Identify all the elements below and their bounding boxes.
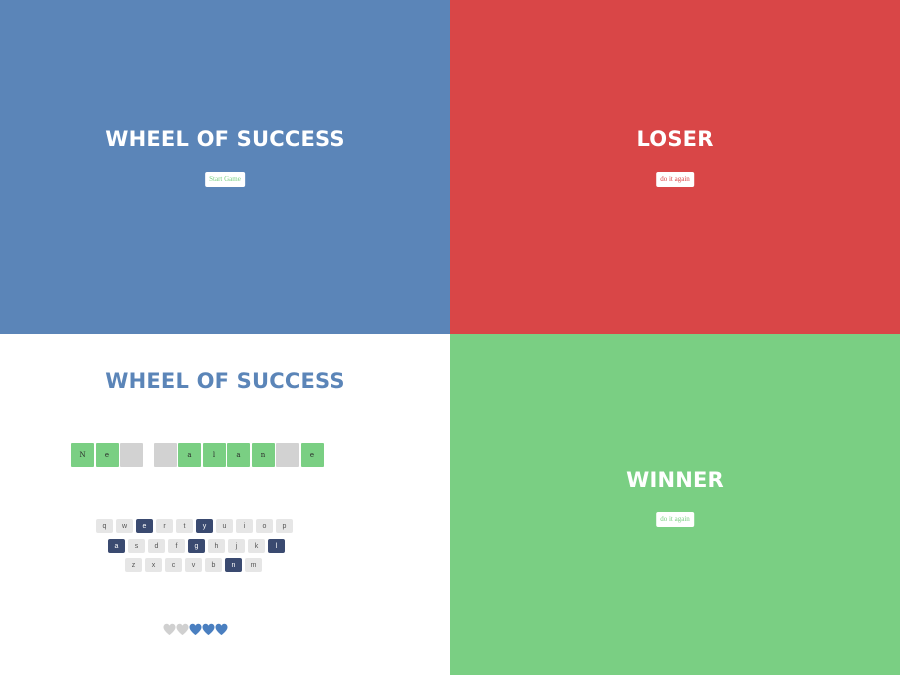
key-r[interactable]: r <box>156 519 173 533</box>
win-restart-button[interactable]: do it again <box>656 512 694 527</box>
key-f[interactable]: f <box>168 539 185 553</box>
phrase-letter-hidden <box>153 443 177 467</box>
heart-full-icon <box>202 623 215 636</box>
phrase-letter-hidden <box>276 443 299 467</box>
phrase-letter-revealed: e <box>95 443 119 467</box>
phrase-letter-revealed: n <box>251 443 275 467</box>
key-g[interactable]: g <box>188 539 205 553</box>
key-d[interactable]: d <box>148 539 165 553</box>
key-e[interactable]: e <box>136 519 153 533</box>
key-o[interactable]: o <box>256 519 273 533</box>
key-a[interactable]: a <box>108 539 125 553</box>
key-y[interactable]: y <box>196 519 213 533</box>
key-m[interactable]: m <box>245 558 262 572</box>
key-q[interactable]: q <box>96 519 113 533</box>
win-screen: WINNER do it again <box>450 334 900 675</box>
key-z[interactable]: z <box>125 558 142 572</box>
start-screen: WHEEL OF SUCCESS Start Game <box>0 0 450 334</box>
lose-title: LOSER <box>636 127 714 151</box>
heart-lost-icon <box>163 623 176 636</box>
key-n[interactable]: n <box>225 558 242 572</box>
phrase-letter-hidden <box>120 443 143 467</box>
phrase-space <box>145 443 151 467</box>
phrase-letter-revealed: a <box>178 443 201 467</box>
key-t[interactable]: t <box>176 519 193 533</box>
heart-full-icon <box>215 623 228 636</box>
key-s[interactable]: s <box>128 539 145 553</box>
key-h[interactable]: h <box>208 539 225 553</box>
key-k[interactable]: k <box>248 539 265 553</box>
key-c[interactable]: c <box>165 558 182 572</box>
phrase-letter-revealed: e <box>300 443 324 467</box>
key-i[interactable]: i <box>236 519 253 533</box>
key-w[interactable]: w <box>116 519 133 533</box>
lose-screen: LOSER do it again <box>450 0 900 334</box>
start-game-button[interactable]: Start Game <box>205 172 245 187</box>
heart-lost-icon <box>176 623 189 636</box>
game-screen: WHEEL OF SUCCESS Nealane qwertyuiopasdfg… <box>0 334 450 675</box>
phrase-letter-revealed: l <box>202 443 226 467</box>
heart-full-icon <box>189 623 202 636</box>
key-x[interactable]: x <box>145 558 162 572</box>
key-l[interactable]: l <box>268 539 285 553</box>
game-title: WHEEL OF SUCCESS <box>105 369 345 393</box>
win-title: WINNER <box>626 468 724 492</box>
start-title: WHEEL OF SUCCESS <box>105 127 345 151</box>
lose-restart-button[interactable]: do it again <box>656 172 694 187</box>
key-b[interactable]: b <box>205 558 222 572</box>
phrase-letter-revealed: a <box>227 443 250 467</box>
phrase-letter-revealed: N <box>71 443 94 467</box>
key-u[interactable]: u <box>216 519 233 533</box>
key-j[interactable]: j <box>228 539 245 553</box>
key-v[interactable]: v <box>185 558 202 572</box>
key-p[interactable]: p <box>276 519 293 533</box>
